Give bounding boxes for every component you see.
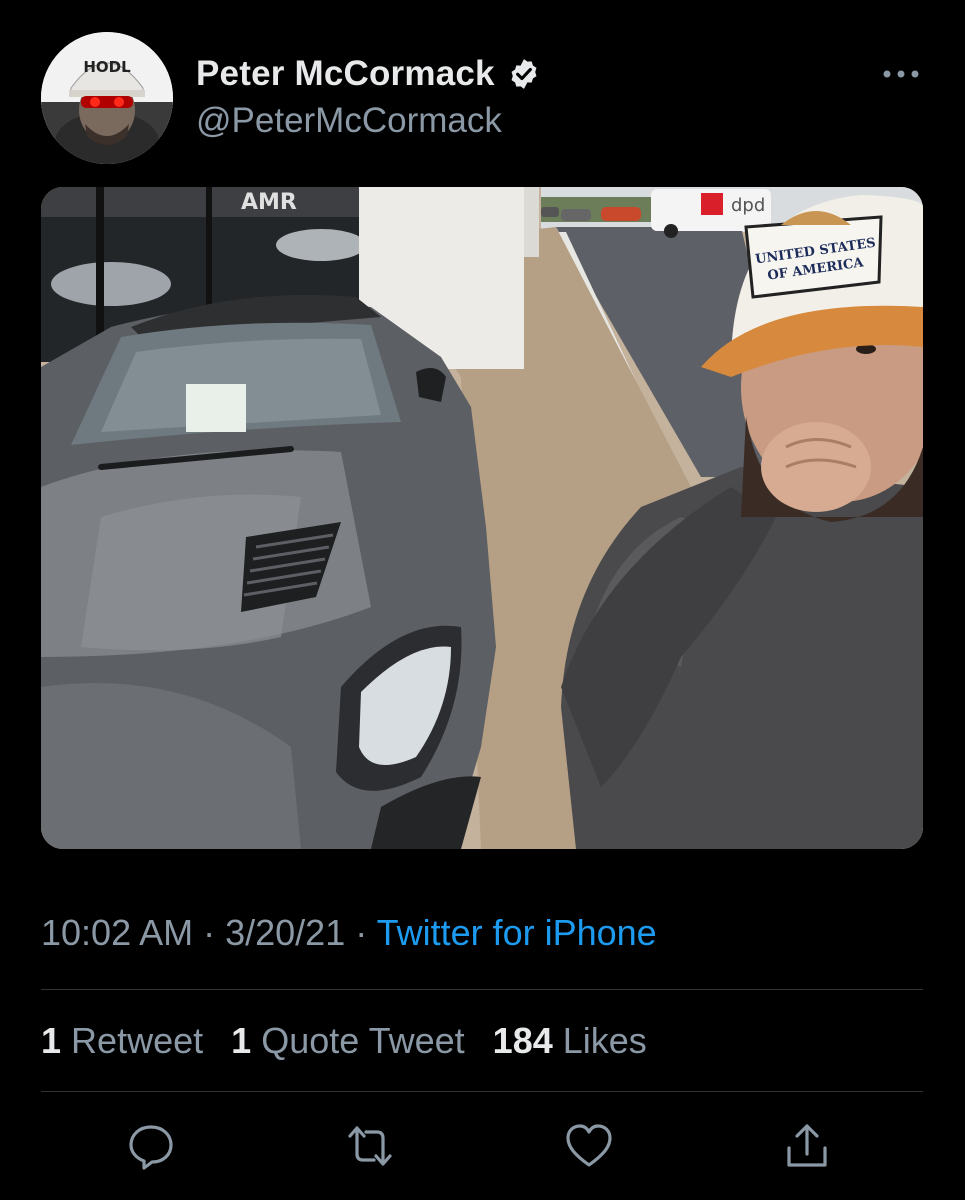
quotes-count: 1 — [231, 1020, 252, 1061]
retweet-icon[interactable] — [342, 1118, 398, 1174]
tweet-header: HODL Peter McCormack @PeterMcCormack — [0, 0, 965, 180]
reply-icon[interactable] — [123, 1118, 179, 1174]
avatar[interactable]: HODL — [41, 32, 173, 164]
divider-bottom — [41, 1091, 923, 1092]
tweet-source-link[interactable]: Twitter for iPhone — [377, 912, 657, 953]
divider-top — [41, 989, 923, 990]
verified-badge-icon — [511, 59, 537, 89]
share-icon[interactable] — [779, 1118, 835, 1174]
tweet-stats: 1 Retweet 1 Quote Tweet 184 Likes — [41, 1020, 665, 1062]
author-name-row: Peter McCormack — [196, 54, 541, 94]
meta-separator: · — [345, 912, 377, 953]
quotes-label: Quote Tweet — [261, 1020, 465, 1061]
display-name[interactable]: Peter McCormack — [196, 54, 495, 94]
likes-stat[interactable]: 184 Likes — [493, 1020, 647, 1061]
tweet-meta: 10:02 AM · 3/20/21 · Twitter for iPhone — [41, 912, 657, 954]
tweet-actions — [0, 1118, 965, 1178]
retweets-stat[interactable]: 1 Retweet — [41, 1020, 203, 1061]
van-sign: dpd — [731, 195, 765, 216]
avatar-hat-text: HODL — [83, 58, 131, 76]
quotes-stat[interactable]: 1 Quote Tweet — [231, 1020, 465, 1061]
retweets-count: 1 — [41, 1020, 62, 1061]
tweet-time: 10:02 AM — [41, 912, 194, 953]
retweets-label: Retweet — [71, 1020, 204, 1061]
likes-label: Likes — [562, 1020, 647, 1061]
more-options-icon[interactable] — [881, 62, 921, 86]
likes-count: 184 — [492, 1020, 553, 1061]
like-icon[interactable] — [561, 1118, 617, 1174]
author-handle[interactable]: @PeterMcCormack — [196, 101, 502, 141]
tweet-photo[interactable]: AMR dpd UNITED STATES OF AMERICA — [41, 187, 923, 849]
storefront-sign: AMR — [241, 190, 297, 215]
meta-separator: · — [193, 912, 226, 953]
tweet-date: 3/20/21 — [225, 912, 346, 953]
